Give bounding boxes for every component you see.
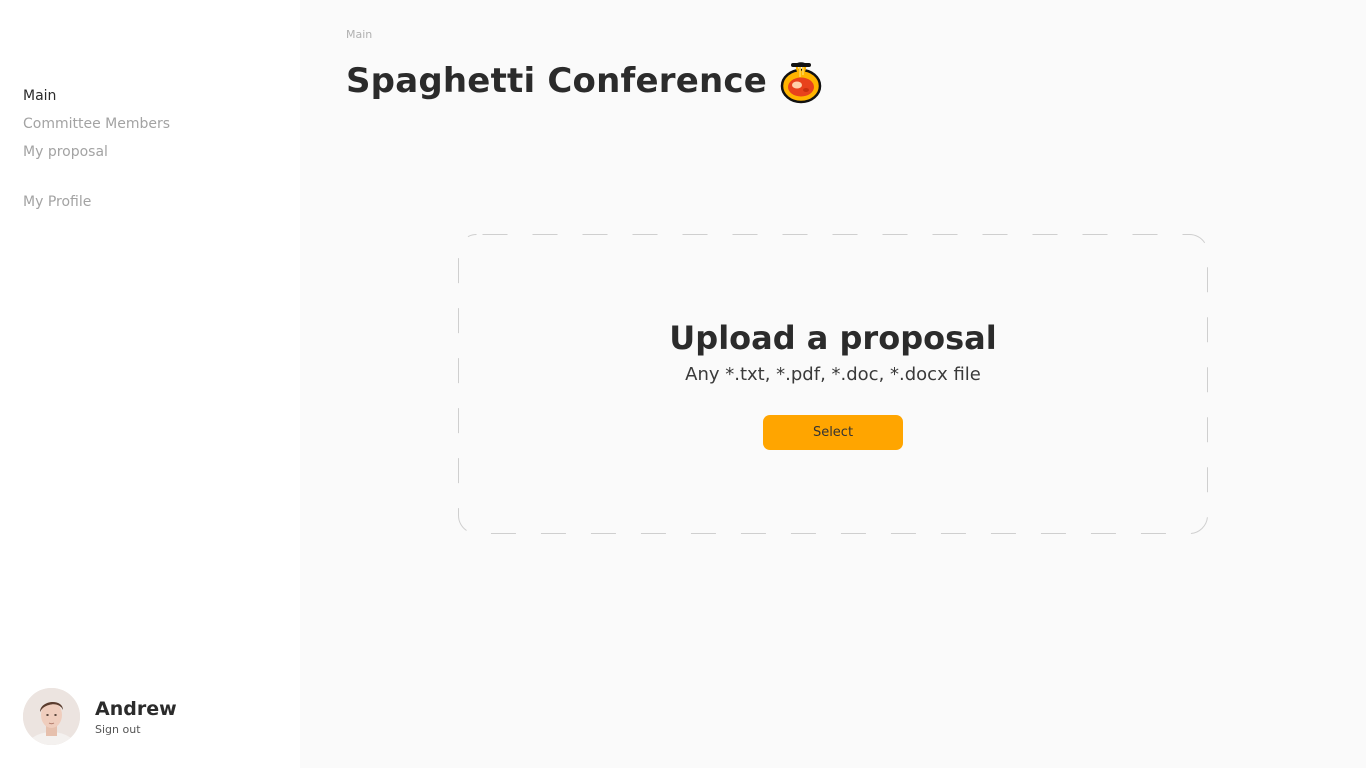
user-panel: Andrew Sign out [23, 688, 177, 745]
page-title: Spaghetti Conference [346, 61, 767, 101]
dropzone-content: Upload a proposal Any *.txt, *.pdf, *.do… [458, 234, 1208, 534]
sidebar-item-my-proposal[interactable]: My proposal [23, 138, 170, 166]
user-name: Andrew [95, 697, 177, 720]
avatar-portrait-icon [23, 688, 80, 745]
sidebar-item-my-profile[interactable]: My Profile [23, 188, 170, 216]
nav-divider [23, 166, 170, 188]
select-file-button[interactable]: Select [763, 415, 903, 450]
sidebar-item-committee-members[interactable]: Committee Members [23, 110, 170, 138]
sidebar: Main Committee Members My proposal My Pr… [0, 0, 300, 768]
sign-out-link[interactable]: Sign out [95, 723, 177, 736]
proposal-dropzone[interactable]: Upload a proposal Any *.txt, *.pdf, *.do… [458, 234, 1208, 534]
spaghetti-emoji-icon [780, 62, 822, 104]
app-window: Main Committee Members My proposal My Pr… [0, 0, 1366, 768]
user-info: Andrew Sign out [95, 698, 177, 736]
breadcrumb[interactable]: Main [346, 28, 372, 41]
sidebar-item-main[interactable]: Main [23, 82, 170, 110]
upload-subtitle: Any *.txt, *.pdf, *.doc, *.docx file [685, 364, 981, 385]
avatar[interactable] [23, 688, 80, 745]
sidebar-nav: Main Committee Members My proposal My Pr… [23, 82, 170, 216]
main-content: Main Spaghetti Conference Upload a propo… [300, 0, 1366, 768]
title-row: Spaghetti Conference [346, 58, 823, 104]
upload-title: Upload a proposal [669, 319, 997, 357]
